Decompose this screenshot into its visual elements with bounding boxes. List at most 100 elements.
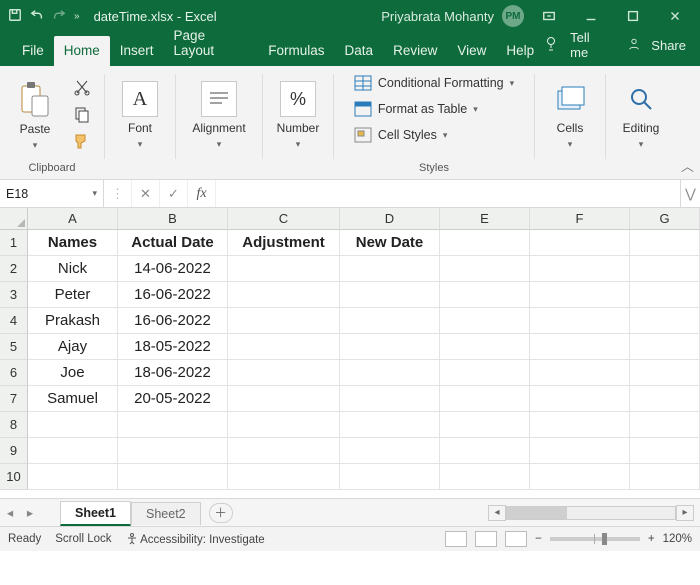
zoom-level[interactable]: 120% (663, 533, 692, 545)
format-as-table-button[interactable]: Format as Table▾ (354, 98, 514, 120)
editing-button[interactable]: Editing ▾ (614, 81, 668, 150)
cell[interactable] (530, 308, 630, 334)
view-page-break-icon[interactable] (505, 531, 527, 547)
cell[interactable] (28, 412, 118, 438)
font-button[interactable]: A Font ▾ (113, 81, 167, 150)
cell[interactable] (530, 386, 630, 412)
view-page-layout-icon[interactable] (475, 531, 497, 547)
zoom-out-icon[interactable]: − (535, 533, 542, 545)
row-header[interactable]: 1 (0, 230, 28, 256)
cells-button[interactable]: Cells ▾ (543, 81, 597, 150)
cell[interactable] (118, 464, 228, 490)
cell[interactable] (440, 386, 530, 412)
save-icon[interactable] (8, 8, 22, 25)
cell[interactable]: Ajay (28, 334, 118, 360)
collapse-ribbon-icon[interactable]: ︿ (681, 156, 694, 175)
col-header[interactable]: F (530, 208, 630, 229)
cell[interactable] (630, 360, 700, 386)
cell[interactable] (28, 438, 118, 464)
cell[interactable] (228, 386, 340, 412)
cell[interactable]: 20-05-2022 (118, 386, 228, 412)
cell[interactable]: New Date (340, 230, 440, 256)
cell[interactable] (530, 438, 630, 464)
cell[interactable] (228, 282, 340, 308)
cell[interactable]: 16-06-2022 (118, 282, 228, 308)
cell[interactable] (530, 464, 630, 490)
cell[interactable] (630, 386, 700, 412)
tab-file[interactable]: File (12, 36, 54, 66)
cell-styles-button[interactable]: Cell Styles▾ (354, 124, 514, 146)
cell[interactable] (440, 256, 530, 282)
cell[interactable]: Prakash (28, 308, 118, 334)
view-normal-icon[interactable] (445, 531, 467, 547)
close-icon[interactable] (658, 6, 692, 26)
cell[interactable] (228, 412, 340, 438)
cell[interactable] (530, 334, 630, 360)
sheet-tab[interactable]: Sheet1 (60, 501, 131, 526)
cell[interactable] (28, 464, 118, 490)
cell[interactable]: Adjustment (228, 230, 340, 256)
user-avatar[interactable]: PM (502, 5, 524, 27)
cell[interactable] (530, 412, 630, 438)
tell-me-icon[interactable] (544, 36, 560, 55)
row-header[interactable]: 4 (0, 308, 28, 334)
cell[interactable] (440, 282, 530, 308)
tab-review[interactable]: Review (383, 36, 447, 66)
row-header[interactable]: 9 (0, 438, 28, 464)
cell[interactable] (630, 438, 700, 464)
number-button[interactable]: % Number ▾ (271, 81, 325, 150)
cell[interactable] (228, 360, 340, 386)
cell[interactable] (340, 464, 440, 490)
cell[interactable] (630, 282, 700, 308)
share-button[interactable]: Share (651, 38, 686, 53)
cell[interactable]: Samuel (28, 386, 118, 412)
tab-view[interactable]: View (447, 36, 496, 66)
hscroll-right-icon[interactable]: ▸ (676, 505, 694, 521)
tab-formulas[interactable]: Formulas (258, 36, 334, 66)
share-icon[interactable] (627, 37, 641, 54)
cell[interactable] (440, 464, 530, 490)
cell[interactable] (630, 334, 700, 360)
cell[interactable] (340, 412, 440, 438)
col-header[interactable]: C (228, 208, 340, 229)
row-header[interactable]: 10 (0, 464, 28, 490)
cell[interactable] (630, 308, 700, 334)
cell[interactable]: 18-05-2022 (118, 334, 228, 360)
cell[interactable]: Peter (28, 282, 118, 308)
col-header[interactable]: E (440, 208, 530, 229)
cell[interactable] (530, 360, 630, 386)
redo-icon[interactable] (52, 8, 66, 25)
cell[interactable]: Joe (28, 360, 118, 386)
cell[interactable] (440, 230, 530, 256)
hscroll-track[interactable] (506, 506, 676, 520)
row-header[interactable]: 2 (0, 256, 28, 282)
alignment-button[interactable]: Alignment ▾ (184, 81, 254, 150)
cell[interactable] (340, 386, 440, 412)
cell[interactable] (530, 256, 630, 282)
maximize-icon[interactable] (616, 6, 650, 26)
cell[interactable] (340, 308, 440, 334)
cell[interactable] (440, 360, 530, 386)
cell[interactable] (228, 308, 340, 334)
cell[interactable] (440, 438, 530, 464)
col-header[interactable]: A (28, 208, 118, 229)
cell[interactable] (530, 230, 630, 256)
sheet-tab[interactable]: Sheet2 (131, 502, 201, 525)
cell[interactable]: Actual Date (118, 230, 228, 256)
tab-help[interactable]: Help (496, 36, 544, 66)
minimize-icon[interactable] (574, 6, 608, 26)
cell[interactable]: 18-06-2022 (118, 360, 228, 386)
formula-input[interactable] (216, 180, 680, 207)
hscroll-left-icon[interactable]: ◂ (488, 505, 506, 521)
undo-icon[interactable] (30, 8, 44, 25)
cell[interactable] (530, 282, 630, 308)
zoom-slider[interactable] (550, 537, 640, 541)
new-sheet-icon[interactable]: ＋ (209, 503, 233, 523)
status-accessibility[interactable]: Accessibility: Investigate (126, 533, 265, 546)
cut-icon[interactable] (73, 78, 91, 99)
expand-formula-bar-icon[interactable]: ⋁ (680, 180, 700, 207)
name-box[interactable]: E18▾ (0, 180, 104, 207)
sheet-nav-next-icon[interactable]: ▸ (20, 505, 40, 520)
cell[interactable]: 14-06-2022 (118, 256, 228, 282)
cell[interactable] (340, 282, 440, 308)
